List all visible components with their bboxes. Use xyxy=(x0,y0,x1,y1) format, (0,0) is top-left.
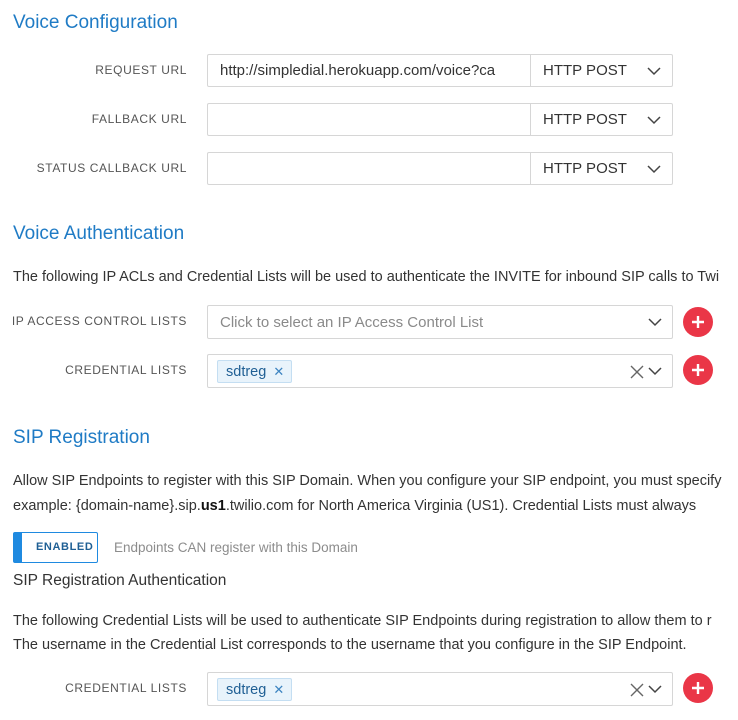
request-url-label: REQUEST URL xyxy=(95,63,187,77)
sip-registration-auth-title: SIP Registration Authentication xyxy=(13,572,227,589)
request-url-method-value: HTTP POST xyxy=(543,62,627,79)
add-credential-list-button[interactable] xyxy=(683,355,713,385)
chevron-down-icon xyxy=(647,67,661,76)
clear-icon[interactable] xyxy=(629,682,645,698)
request-url-input[interactable] xyxy=(207,54,531,87)
ip-acl-select[interactable]: Click to select an IP Access Control Lis… xyxy=(207,305,673,339)
status-callback-method-value: HTTP POST xyxy=(543,160,627,177)
registration-credential-lists-label: CREDENTIAL LISTS xyxy=(65,681,187,695)
ip-acl-placeholder: Click to select an IP Access Control Lis… xyxy=(220,314,484,331)
chevron-down-icon xyxy=(648,318,662,327)
voice-authentication-description: The following IP ACLs and Credential Lis… xyxy=(13,269,720,285)
status-callback-url-label: STATUS CALLBACK URL xyxy=(36,161,187,175)
clear-icon[interactable] xyxy=(629,364,645,380)
chevron-down-icon xyxy=(648,367,662,376)
description-suffix: .twilio.com for North America Virginia (… xyxy=(225,498,697,514)
sip-registration-description-line1: Allow SIP Endpoints to register with thi… xyxy=(13,473,722,489)
plus-icon xyxy=(692,682,704,694)
add-registration-credential-list-button[interactable] xyxy=(683,673,713,703)
chevron-down-icon xyxy=(648,685,662,694)
fallback-url-input[interactable] xyxy=(207,103,531,136)
credential-list-tag-label: sdtreg xyxy=(226,681,267,698)
status-callback-method-select[interactable]: HTTP POST xyxy=(531,152,673,185)
sip-registration-auth-description-line1: The following Credential Lists will be u… xyxy=(13,613,712,629)
registration-credential-lists-select[interactable]: sdtreg ✕ xyxy=(207,672,673,706)
add-ip-acl-button[interactable] xyxy=(683,307,713,337)
sip-registration-toggle[interactable]: ENABLED xyxy=(13,532,98,563)
credential-lists-label: CREDENTIAL LISTS xyxy=(65,363,187,377)
voice-configuration-title: Voice Configuration xyxy=(13,12,178,33)
sip-registration-title: SIP Registration xyxy=(13,427,150,448)
toggle-description: Endpoints CAN register with this Domain xyxy=(114,540,358,555)
plus-icon xyxy=(692,316,704,328)
request-url-method-select[interactable]: HTTP POST xyxy=(531,54,673,87)
toggle-label: ENABLED xyxy=(36,541,94,553)
remove-tag-icon[interactable]: ✕ xyxy=(273,364,284,380)
chevron-down-icon xyxy=(647,116,661,125)
credential-list-tag: sdtreg ✕ xyxy=(217,360,293,383)
sip-registration-auth-description-line2: The username in the Credential List corr… xyxy=(13,637,687,653)
fallback-url-method-value: HTTP POST xyxy=(543,111,627,128)
remove-tag-icon[interactable]: ✕ xyxy=(273,682,284,698)
fallback-url-method-select[interactable]: HTTP POST xyxy=(531,103,673,136)
credential-lists-select[interactable]: sdtreg ✕ xyxy=(207,354,673,388)
sip-domain-settings: Voice Configuration REQUEST URL HTTP POS… xyxy=(0,0,738,720)
plus-icon xyxy=(692,364,704,376)
chevron-down-icon xyxy=(647,165,661,174)
credential-list-tag: sdtreg ✕ xyxy=(217,678,293,701)
description-prefix: example: {domain-name}.sip. xyxy=(13,498,201,514)
ip-acl-label: IP ACCESS CONTROL LISTS xyxy=(11,314,187,328)
toggle-indicator xyxy=(14,533,22,562)
fallback-url-label: FALLBACK URL xyxy=(91,112,187,126)
credential-list-tag-label: sdtreg xyxy=(226,363,267,380)
voice-authentication-title: Voice Authentication xyxy=(13,223,185,244)
status-callback-url-input[interactable] xyxy=(207,152,531,185)
sip-registration-description-line2: example: {domain-name}.sip.us1.twilio.co… xyxy=(13,497,696,515)
region-code: us1 xyxy=(200,498,226,514)
